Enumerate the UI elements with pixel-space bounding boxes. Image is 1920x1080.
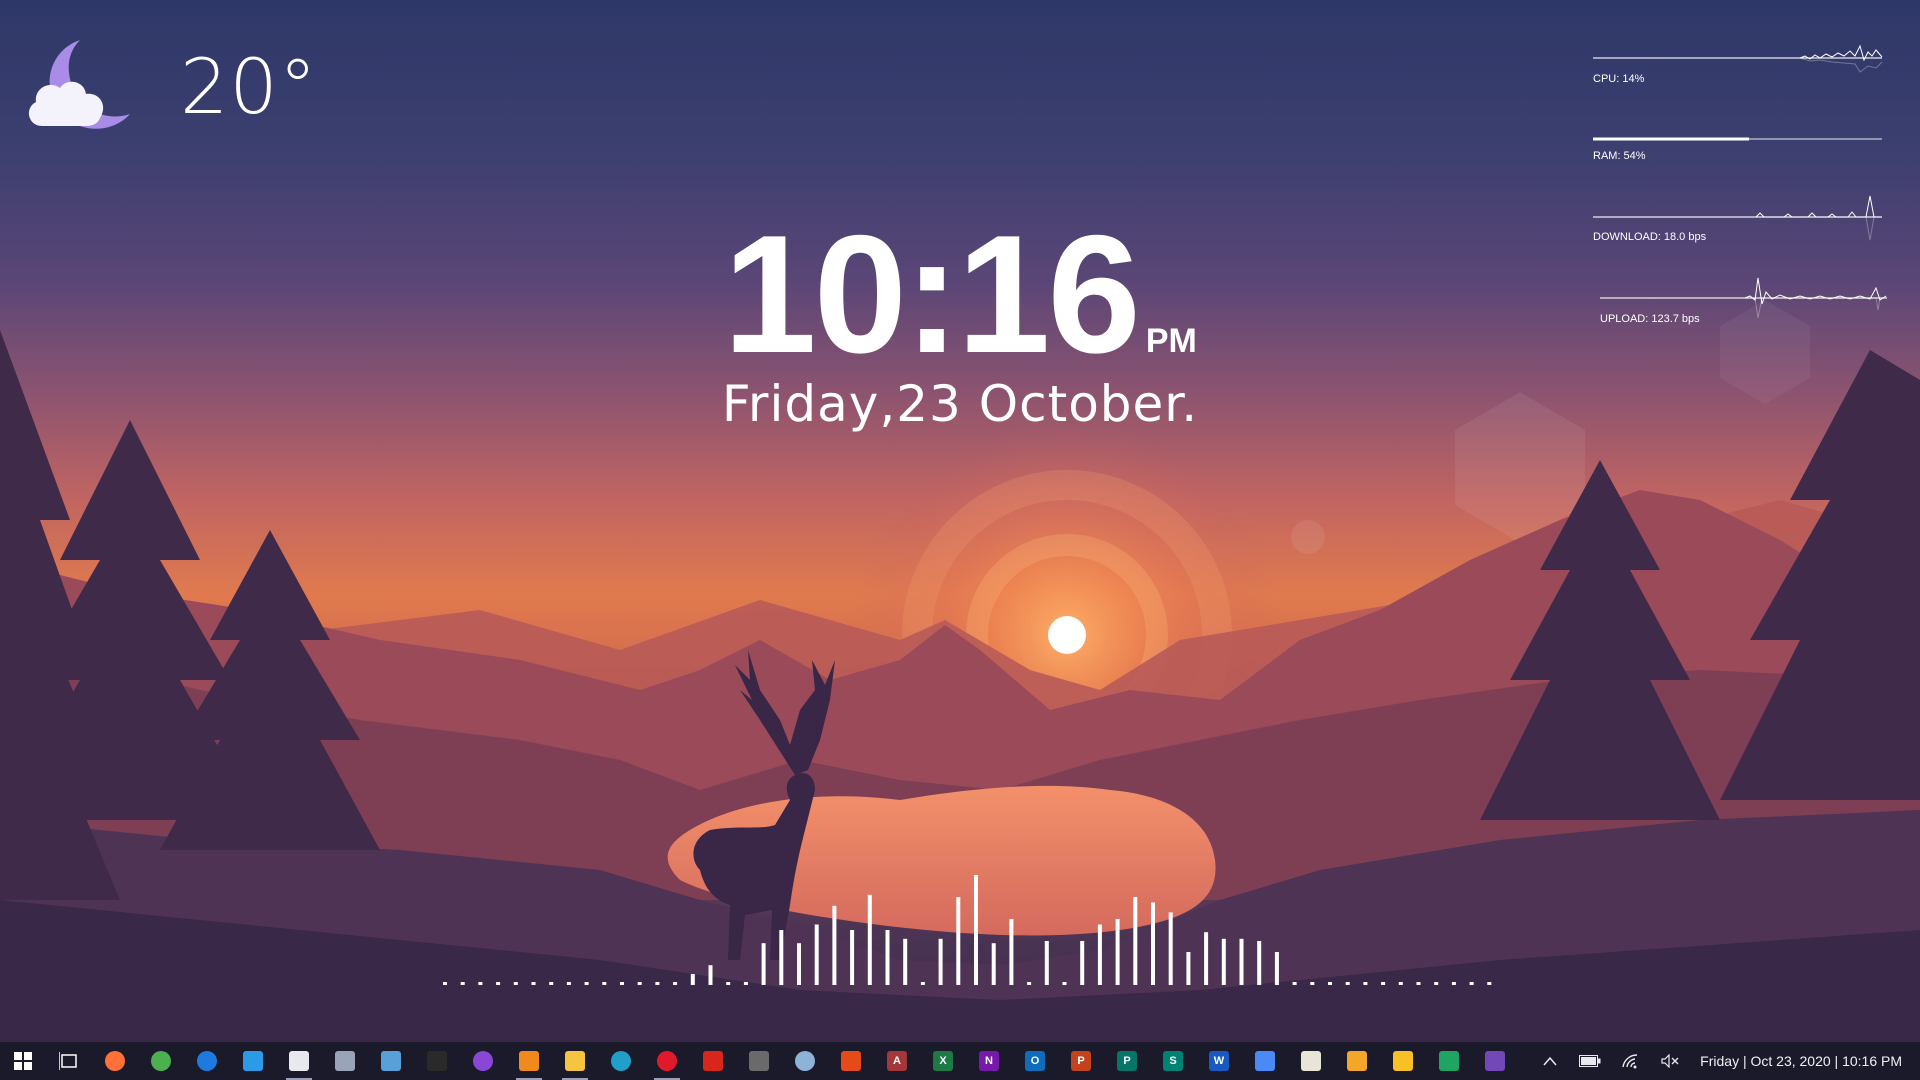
taskbar-office-button[interactable] bbox=[828, 1042, 874, 1080]
upload-label: UPLOAD: 123.7 bps bbox=[1600, 313, 1700, 325]
taskbar: A X N O P P S W Friday | Oct 23, 2020 | 10:16 P… bbox=[0, 1042, 1920, 1080]
taskbar-slides-button[interactable] bbox=[1334, 1042, 1380, 1080]
powerpoint-icon: P bbox=[1071, 1051, 1091, 1071]
vscode-icon bbox=[243, 1051, 263, 1071]
taskbar-chrome-button[interactable] bbox=[138, 1042, 184, 1080]
outlook-icon: O bbox=[1025, 1051, 1045, 1071]
system-tray: Friday | Oct 23, 2020 | 10:16 PM bbox=[1530, 1042, 1920, 1080]
publisher-icon: P bbox=[1117, 1051, 1137, 1071]
taskbar-file-explorer-button[interactable] bbox=[552, 1042, 598, 1080]
taskbar-forms-button[interactable] bbox=[1472, 1042, 1518, 1080]
taskbar-app-unknown-button[interactable] bbox=[736, 1042, 782, 1080]
taskbar-sway-glyph: S bbox=[1169, 1055, 1177, 1067]
taskbar-outlook-glyph: O bbox=[1030, 1055, 1040, 1067]
acrobat-icon bbox=[703, 1051, 723, 1071]
taskbar-vscode-button[interactable] bbox=[230, 1042, 276, 1080]
taskbar-vlc-button[interactable] bbox=[506, 1042, 552, 1080]
taskbar-keep-button[interactable] bbox=[1380, 1042, 1426, 1080]
keep-icon bbox=[1393, 1051, 1413, 1071]
taskbar-datetime[interactable]: Friday | Oct 23, 2020 | 10:16 PM bbox=[1690, 1053, 1920, 1069]
taskbar-word-glyph: W bbox=[1213, 1055, 1225, 1067]
excel-icon: X bbox=[933, 1051, 953, 1071]
taskbar-paint-button[interactable] bbox=[782, 1042, 828, 1080]
taskbar-tor-button[interactable] bbox=[460, 1042, 506, 1080]
upload-graph-line bbox=[1744, 277, 1887, 305]
document-icon bbox=[1255, 1051, 1275, 1071]
photos-icon bbox=[381, 1051, 401, 1071]
taskbar-task-view-button[interactable] bbox=[46, 1042, 92, 1080]
taskbar-doc-file-button[interactable] bbox=[1288, 1042, 1334, 1080]
calculator-icon bbox=[335, 1051, 355, 1071]
cpu-label: CPU: 14% bbox=[1593, 73, 1645, 85]
file-icon bbox=[1301, 1051, 1321, 1071]
taskbar-acrobat-button[interactable] bbox=[690, 1042, 736, 1080]
slides-icon bbox=[1347, 1051, 1367, 1071]
bug-icon bbox=[749, 1051, 769, 1071]
taskbar-onenote-button[interactable]: N bbox=[966, 1042, 1012, 1080]
cpu-graph-reflection bbox=[1799, 57, 1883, 73]
taskbar-sheets-button[interactable] bbox=[1426, 1042, 1472, 1080]
taskbar-publisher-button[interactable]: P bbox=[1104, 1042, 1150, 1080]
taskbar-powerpoint-button[interactable]: P bbox=[1058, 1042, 1104, 1080]
opera-icon bbox=[657, 1051, 677, 1071]
taskbar-onenote-glyph: N bbox=[985, 1055, 993, 1067]
chrome-icon bbox=[151, 1051, 171, 1071]
task-view-icon bbox=[59, 1051, 79, 1071]
taskbar-edge-button[interactable] bbox=[598, 1042, 644, 1080]
wifi-icon[interactable] bbox=[1610, 1042, 1650, 1080]
taskbar-terminal-button[interactable] bbox=[414, 1042, 460, 1080]
edge-icon bbox=[611, 1051, 631, 1071]
taskbar-access-button[interactable]: A bbox=[874, 1042, 920, 1080]
taskbar-apps: AXNOPPSW bbox=[0, 1042, 1518, 1080]
forms-icon bbox=[1485, 1051, 1505, 1071]
notepad-icon bbox=[289, 1051, 309, 1071]
taskbar-notepad-button[interactable] bbox=[276, 1042, 322, 1080]
taskbar-opera-button[interactable] bbox=[644, 1042, 690, 1080]
windows-icon bbox=[13, 1051, 33, 1071]
download-graph-reflection bbox=[1865, 216, 1875, 241]
taskbar-docs-button[interactable] bbox=[1242, 1042, 1288, 1080]
word-icon: W bbox=[1209, 1051, 1229, 1071]
taskbar-firefox-button[interactable] bbox=[92, 1042, 138, 1080]
sway-icon: S bbox=[1163, 1051, 1183, 1071]
taskbar-sway-button[interactable]: S bbox=[1150, 1042, 1196, 1080]
access-icon: A bbox=[887, 1051, 907, 1071]
taskbar-start-button[interactable] bbox=[0, 1042, 46, 1080]
onenote-icon: N bbox=[979, 1051, 999, 1071]
firefox-icon bbox=[105, 1051, 125, 1071]
taskbar-excel-glyph: X bbox=[939, 1055, 947, 1067]
sheets-icon bbox=[1439, 1051, 1459, 1071]
download-graph-line bbox=[1755, 195, 1882, 218]
ram-label: RAM: 54% bbox=[1593, 150, 1646, 162]
taskbar-powerpoint-glyph: P bbox=[1077, 1055, 1085, 1067]
battery-icon[interactable] bbox=[1570, 1042, 1610, 1080]
paint-icon bbox=[795, 1051, 815, 1071]
taskbar-publisher-glyph: P bbox=[1123, 1055, 1131, 1067]
taskbar-excel-button[interactable]: X bbox=[920, 1042, 966, 1080]
taskbar-calculator-button[interactable] bbox=[322, 1042, 368, 1080]
taskbar-photos-button[interactable] bbox=[368, 1042, 414, 1080]
thunderbird-icon bbox=[197, 1051, 217, 1071]
folder-icon bbox=[565, 1051, 585, 1071]
taskbar-thunderbird-button[interactable] bbox=[184, 1042, 230, 1080]
taskbar-word-button[interactable]: W bbox=[1196, 1042, 1242, 1080]
tor-icon bbox=[473, 1051, 493, 1071]
system-monitor-graphs bbox=[1593, 44, 1887, 319]
vlc-icon bbox=[519, 1051, 539, 1071]
taskbar-outlook-button[interactable]: O bbox=[1012, 1042, 1058, 1080]
download-label: DOWNLOAD: 18.0 bps bbox=[1593, 231, 1707, 243]
taskbar-access-glyph: A bbox=[893, 1055, 901, 1067]
upload-graph-reflection bbox=[1754, 297, 1881, 319]
office-icon bbox=[841, 1051, 861, 1071]
volume-muted-icon[interactable] bbox=[1650, 1042, 1690, 1080]
terminal-icon bbox=[427, 1051, 447, 1071]
chevron-up-icon[interactable] bbox=[1530, 1042, 1570, 1080]
